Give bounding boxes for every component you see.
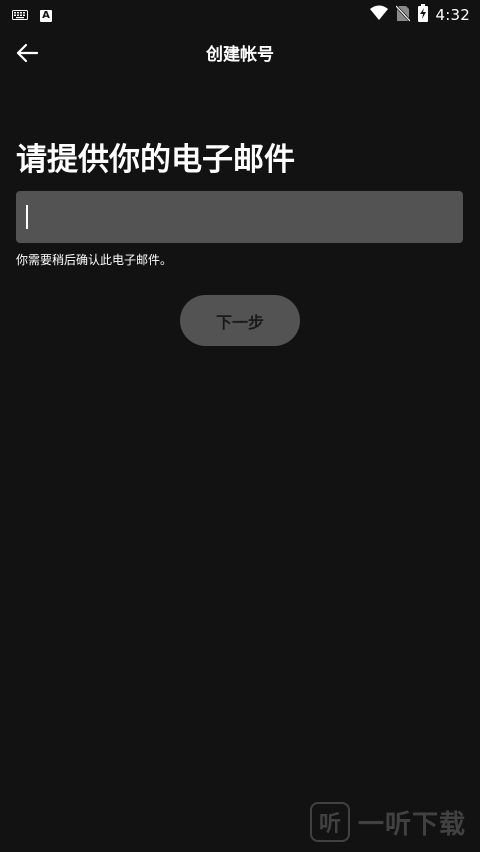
watermark-text: 一听下载 (358, 809, 467, 840)
no-sim-icon (394, 4, 411, 26)
watermark: 听 一听下载 (310, 792, 480, 852)
wifi-icon (369, 5, 388, 25)
status-bar: A 4:32 (0, 0, 480, 28)
next-button[interactable]: 下一步 (180, 295, 300, 346)
page-title: 创建帐号 (206, 45, 274, 65)
status-left: A (12, 6, 52, 25)
battery-charging-icon (417, 4, 428, 26)
status-time: 4:32 (435, 6, 470, 24)
email-input[interactable] (16, 191, 463, 243)
email-heading: 请提供你的电子邮件 (16, 142, 295, 178)
app-bar: 创建帐号 (0, 28, 480, 82)
back-button[interactable] (10, 38, 44, 72)
arrow-left-icon (16, 43, 39, 67)
status-right: 4:32 (369, 4, 470, 26)
a-notification-icon: A (40, 9, 52, 22)
text-caret (26, 205, 28, 229)
page: A 4:32 创建帐号 请提供你的电子邮件 你需要稍后确认此电子邮件。 下一步 … (0, 0, 480, 852)
email-hint: 你需要稍后确认此电子邮件。 (16, 253, 173, 267)
watermark-logo-icon: 听 (310, 802, 350, 842)
email-field-container[interactable] (16, 191, 463, 243)
keyboard-icon (12, 6, 28, 25)
